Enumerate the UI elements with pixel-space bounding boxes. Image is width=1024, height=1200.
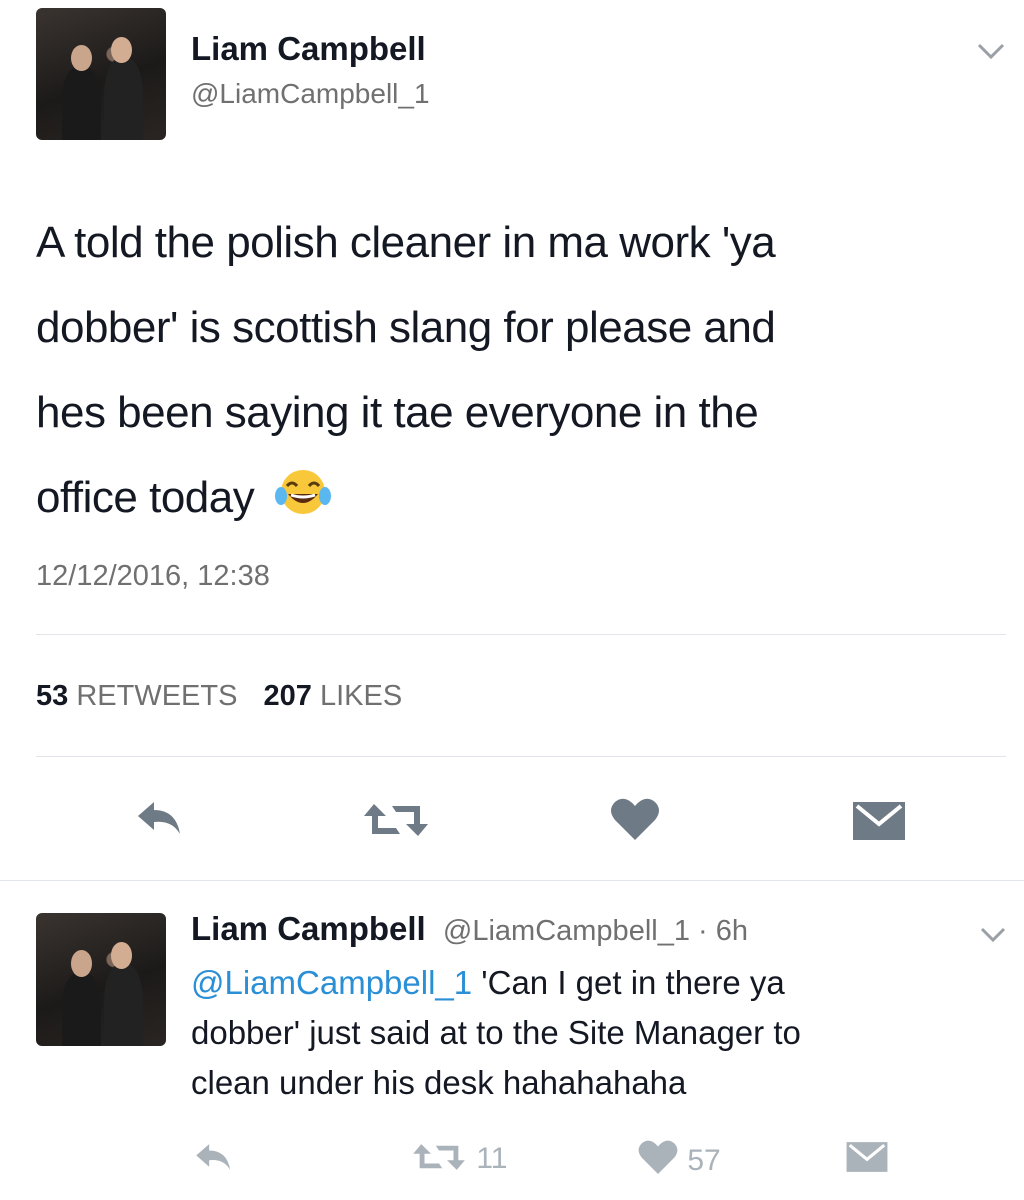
chevron-down-icon[interactable]	[978, 925, 1008, 950]
tweet-text-last: office today	[36, 473, 255, 522]
laughing-emoji-icon	[274, 461, 332, 546]
heart-icon[interactable]	[609, 796, 661, 847]
message-icon[interactable]	[851, 800, 907, 847]
divider	[36, 756, 1006, 757]
avatar[interactable]	[36, 913, 166, 1046]
retweet-icon	[410, 1140, 468, 1182]
tweet-text-line: office today	[36, 455, 775, 546]
like-count: 57	[687, 1144, 721, 1177]
reply-text-first: 'Can I get in there ya	[472, 964, 785, 1001]
retweets-count[interactable]: 53	[36, 680, 68, 712]
engagement-stats: 53 RETWEETS 207 LIKES	[36, 680, 402, 713]
timestamp[interactable]: 12/12/2016, 12:38	[36, 560, 270, 593]
divider	[0, 880, 1024, 881]
tweet-text: A told the polish cleaner in ma work 'ya…	[36, 200, 776, 546]
chevron-down-icon[interactable]	[975, 38, 1007, 70]
reply-text-line: clean under his desk hahahahaha	[191, 1064, 687, 1101]
tweet-text-line: hes been saying it tae everyone in the	[36, 388, 759, 437]
heart-icon	[637, 1138, 679, 1184]
reply-icon[interactable]	[134, 798, 186, 843]
reply-text: @LiamCampbell_1 'Can I get in there ya d…	[191, 958, 801, 1108]
author-name[interactable]: Liam Campbell	[191, 910, 426, 947]
avatar[interactable]	[36, 8, 166, 140]
author-handle[interactable]: @LiamCampbell_1	[191, 78, 430, 110]
likes-count[interactable]: 207	[264, 680, 312, 712]
reply-text-line: @LiamCampbell_1 'Can I get in there ya	[191, 958, 801, 1008]
mention-link[interactable]: @LiamCampbell_1	[191, 964, 472, 1001]
divider	[36, 634, 1006, 635]
reply-icon[interactable]	[193, 1140, 235, 1179]
tweet-text-line: dobber' is scottish slang for please and	[36, 303, 776, 352]
retweets-label[interactable]: RETWEETS	[76, 680, 237, 712]
message-icon[interactable]	[845, 1140, 889, 1179]
retweet-icon[interactable]	[360, 800, 432, 845]
likes-label[interactable]: LIKES	[320, 680, 402, 712]
reply-text-line: dobber' just said at to the Site Manager…	[191, 1014, 801, 1051]
retweet-button[interactable]: 11	[410, 1140, 508, 1182]
author-name[interactable]: Liam Campbell	[191, 30, 426, 68]
like-button[interactable]: 57	[637, 1138, 721, 1184]
author-handle[interactable]: @LiamCampbell_1 · 6h	[443, 915, 748, 947]
reply-header: Liam Campbell @LiamCampbell_1 · 6h	[191, 910, 748, 948]
tweet-text-line: A told the polish cleaner in ma work 'ya	[36, 218, 776, 267]
retweet-count: 11	[476, 1142, 508, 1175]
